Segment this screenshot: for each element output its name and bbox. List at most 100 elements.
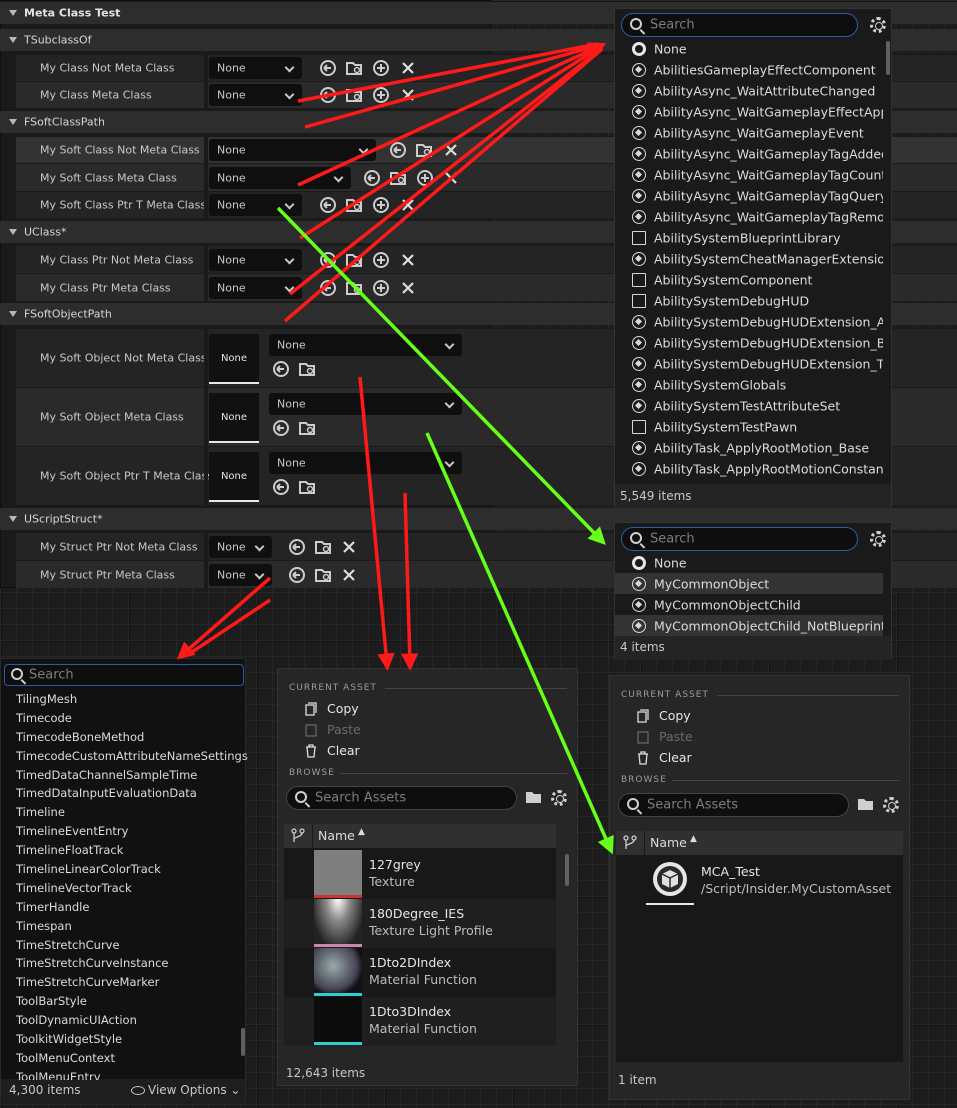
list-item[interactable]: TimelineEventEntry (16, 822, 248, 841)
settings-gear-icon[interactable] (551, 790, 567, 806)
add-icon[interactable] (416, 169, 434, 187)
class-combo[interactable]: None (209, 277, 302, 299)
settings-gear-icon[interactable] (883, 797, 899, 813)
list-item[interactable]: None (615, 552, 883, 573)
asset-thumbnail[interactable]: None (209, 452, 259, 502)
browse-icon[interactable] (345, 59, 363, 77)
clear-menu-item[interactable]: Clear (659, 750, 692, 765)
use-selected-icon[interactable] (319, 251, 337, 269)
list-item[interactable]: AbilitiesGameplayEffectComponent (615, 59, 883, 80)
list-item[interactable]: AbilitySystemDebugHUDExtension_Blo (615, 332, 883, 353)
struct-combo[interactable]: None (209, 536, 272, 558)
add-icon[interactable] (372, 279, 390, 297)
list-header[interactable]: Name ▲ (284, 824, 556, 848)
search-input[interactable]: Search (621, 527, 858, 551)
list-item[interactable]: ToolMenuContext (16, 1049, 248, 1068)
list-item[interactable]: AbilitySystemTestPawn (615, 416, 883, 437)
clear-menu-item[interactable]: Clear (327, 743, 360, 758)
expand-arrow-icon[interactable] (9, 229, 17, 235)
search-input[interactable]: Search (4, 664, 244, 686)
branch-filter-icon[interactable] (291, 828, 305, 844)
clear-icon[interactable] (340, 566, 358, 584)
clear-icon[interactable] (442, 141, 460, 159)
expand-arrow-icon[interactable] (9, 119, 17, 125)
list-item[interactable]: MyCommonObject (615, 573, 883, 594)
browse-icon[interactable] (298, 419, 316, 437)
list-item[interactable]: TimeStretchCurve (16, 936, 248, 955)
list-item[interactable]: TilingMesh (16, 690, 248, 709)
list-item[interactable]: AbilityTask_ApplyRootMotion_Base (615, 437, 883, 458)
use-selected-icon[interactable] (288, 566, 306, 584)
class-combo[interactable]: None (209, 194, 302, 216)
list-item[interactable]: AbilitySystemDebugHUD (615, 290, 883, 311)
list-item[interactable]: AbilitySystemComponent (615, 269, 883, 290)
clear-icon[interactable] (399, 196, 417, 214)
folder-icon[interactable] (857, 797, 874, 811)
list-item[interactable]: TimelineVectorTrack (16, 879, 248, 898)
list-item[interactable]: TimelineLinearColorTrack (16, 860, 248, 879)
asset-row[interactable]: 180Degree_IES Texture Light Profile (284, 899, 556, 948)
list-item[interactable]: TimerHandle (16, 898, 248, 917)
browse-icon[interactable] (345, 251, 363, 269)
use-selected-icon[interactable] (319, 196, 337, 214)
use-selected-icon[interactable] (389, 141, 407, 159)
clear-icon[interactable] (399, 279, 417, 297)
browse-icon[interactable] (415, 141, 433, 159)
asset-thumbnail[interactable]: None (209, 393, 259, 443)
list-item[interactable]: AbilityAsync_WaitGameplayTagAdded (615, 143, 883, 164)
list-item[interactable]: AbilitySystemBlueprintLibrary (615, 227, 883, 248)
class-combo[interactable]: None (209, 139, 376, 161)
use-selected-icon[interactable] (272, 478, 290, 496)
paste-menu-item[interactable]: Paste (327, 722, 361, 737)
class-combo[interactable]: None (209, 249, 302, 271)
list-item[interactable]: TimeStretchCurveMarker (16, 973, 248, 992)
use-selected-icon[interactable] (288, 538, 306, 556)
class-combo[interactable]: None (209, 57, 302, 79)
list-item[interactable]: TimeStretchCurveInstance (16, 954, 248, 973)
list-item[interactable]: AbilityAsync_WaitGameplayEffectApplie (615, 101, 883, 122)
list-item[interactable]: ToolDynamicUIAction (16, 1011, 248, 1030)
copy-menu-item[interactable]: Copy (659, 708, 691, 723)
class-combo[interactable]: None (209, 167, 351, 189)
browse-icon[interactable] (345, 196, 363, 214)
list-item[interactable]: ToolBarStyle (16, 992, 248, 1011)
add-icon[interactable] (372, 86, 390, 104)
list-item[interactable]: AbilitySystemDebugHUDExtension_Tag (615, 353, 883, 374)
list-item[interactable]: None (615, 38, 883, 59)
search-assets-input[interactable]: Search Assets (618, 793, 849, 817)
use-selected-icon[interactable] (272, 360, 290, 378)
list-item[interactable]: Timespan (16, 917, 248, 936)
list-item[interactable]: AbilitySystemTestAttributeSet (615, 395, 883, 416)
paste-menu-item[interactable]: Paste (659, 729, 693, 744)
scrollbar[interactable] (565, 854, 569, 886)
settings-gear-icon[interactable] (870, 531, 886, 547)
list-item[interactable]: TimelineFloatTrack (16, 841, 248, 860)
clear-icon[interactable] (399, 59, 417, 77)
asset-combo[interactable]: None (269, 393, 462, 415)
list-item[interactable]: AbilityAsync_WaitGameplayTagQuery (615, 185, 883, 206)
browse-icon[interactable] (345, 86, 363, 104)
expand-arrow-icon[interactable] (9, 516, 17, 522)
add-icon[interactable] (372, 196, 390, 214)
asset-row[interactable]: 1Dto2DIndex Material Function (284, 948, 556, 997)
clear-icon[interactable] (399, 86, 417, 104)
list-item[interactable]: TimedDataChannelSampleTime (16, 766, 248, 785)
use-selected-icon[interactable] (319, 59, 337, 77)
use-selected-icon[interactable] (319, 86, 337, 104)
use-selected-icon[interactable] (319, 279, 337, 297)
use-selected-icon[interactable] (363, 169, 381, 187)
list-header[interactable]: Name ▲ (616, 831, 903, 855)
view-options-button[interactable]: View Options ⌄ (131, 1083, 240, 1097)
search-assets-input[interactable]: Search Assets (286, 786, 517, 810)
browse-icon[interactable] (298, 478, 316, 496)
browse-icon[interactable] (298, 360, 316, 378)
list-item[interactable]: TimecodeBoneMethod (16, 728, 248, 747)
expand-arrow-icon[interactable] (9, 311, 17, 317)
name-column-header[interactable]: Name (318, 828, 355, 843)
add-icon[interactable] (372, 59, 390, 77)
branch-filter-icon[interactable] (623, 835, 637, 851)
name-column-header[interactable]: Name (650, 835, 687, 850)
settings-gear-icon[interactable] (870, 17, 886, 33)
list-item[interactable]: MyCommonObjectChild (615, 594, 883, 615)
scrollbar[interactable] (886, 41, 890, 75)
